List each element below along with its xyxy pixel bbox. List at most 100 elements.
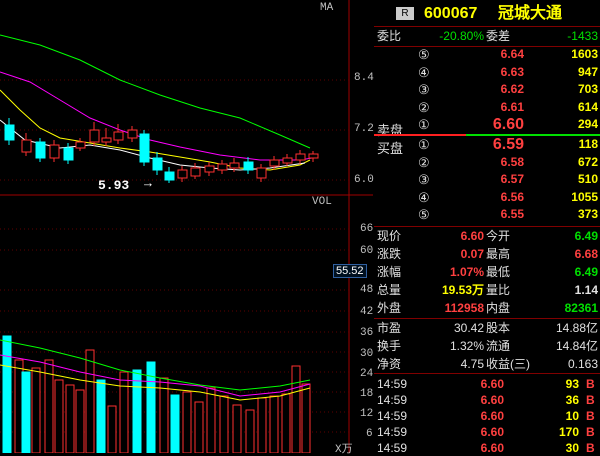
fund-value: 30.42: [453, 321, 484, 335]
candle-body: [164, 171, 175, 181]
tick-row[interactable]: 14:59 6.60 10 B: [374, 408, 600, 424]
fund-value: 14.88亿: [555, 321, 598, 335]
tick-volume: 30: [565, 441, 579, 455]
stat-value: 19.53万: [441, 283, 484, 297]
vol-axis-label: 60: [360, 245, 374, 257]
low-price-annotation: 5.93: [98, 178, 130, 193]
order-price: 6.64: [500, 47, 524, 61]
stat-label: 总量: [377, 283, 402, 297]
volume-bar: [182, 391, 192, 453]
order-volume: 1055: [571, 189, 598, 204]
candle-body: [308, 153, 319, 159]
tick-volume: 10: [565, 409, 579, 423]
fund-value: 1.32%: [449, 339, 484, 353]
level-number: ⑤: [418, 47, 430, 62]
volume-bar: [2, 335, 12, 453]
candle-body: [75, 141, 86, 149]
tick-price: 6.60: [480, 377, 504, 391]
stat-label: 内盘: [486, 301, 511, 315]
order-price: 6.62: [500, 82, 524, 97]
stats-row: 外盘 112958 内盘 82361: [374, 300, 600, 317]
tick-side: B: [586, 441, 595, 455]
order-price: 6.57: [500, 172, 524, 187]
volume-bar: [31, 367, 41, 453]
fund-label: 流通: [486, 339, 511, 353]
r-badge: R: [396, 7, 414, 20]
order-row: ③ 6.62 703: [374, 81, 600, 98]
candle-body: [49, 144, 60, 159]
stock-name: 冠城大通: [498, 5, 563, 22]
vol-axis-label: 18: [360, 388, 374, 400]
stat-value: 6.49: [574, 265, 598, 279]
chart-canvas[interactable]: [0, 0, 373, 453]
order-row: ③ 6.57 510: [374, 171, 600, 188]
stats-row: 总量 19.53万 量比 1.14: [374, 282, 600, 299]
candle-body: [113, 131, 124, 141]
candle-body: [127, 129, 138, 139]
stat-label: 现价: [377, 229, 402, 243]
volume-bar: [281, 393, 291, 453]
volume-bar: [206, 387, 216, 453]
tick-side: B: [586, 425, 595, 439]
candle-body: [217, 163, 228, 171]
volume-bar: [194, 401, 204, 453]
level-number: ①: [418, 117, 430, 133]
tick-row[interactable]: 14:59 6.60 170 B: [374, 424, 600, 440]
vol-axis-label: 6: [366, 428, 373, 440]
tick-price: 6.60: [480, 409, 504, 423]
kline-chart-panel[interactable]: MA VOL 8.4 7.2 6.0 66 60 48 42 36 30 24 …: [0, 0, 374, 456]
fund-label: 换手: [377, 339, 402, 353]
order-volume: 1603: [571, 47, 598, 61]
tick-row[interactable]: 14:59 6.60 30 B: [374, 440, 600, 456]
order-volume: 373: [577, 207, 598, 222]
level-number: ②: [418, 154, 430, 170]
stat-label: 量比: [486, 283, 511, 297]
tick-time: 14:59: [377, 377, 408, 391]
candle-body: [101, 137, 112, 143]
tick-row[interactable]: 14:59 6.60 93 B: [374, 376, 600, 392]
level-number: ④: [418, 64, 430, 80]
vol-axis-label: 12: [360, 408, 374, 420]
cursor-value-tag: 55.52: [333, 264, 367, 278]
price-axis-label: 6.0: [354, 174, 374, 186]
divider: [374, 226, 600, 227]
tick-side: B: [586, 409, 595, 423]
weicha-label: 委差: [486, 29, 511, 43]
vol-axis-label: 30: [360, 348, 374, 360]
vol-axis-label: 36: [360, 327, 374, 339]
candle-body: [89, 129, 100, 143]
price-axis-label: 8.4: [354, 72, 374, 84]
weicha-value: -1433: [567, 29, 598, 43]
order-volume: 294: [577, 117, 598, 132]
level-number: ⑤: [418, 207, 430, 223]
order-price: 6.58: [500, 154, 524, 169]
order-price: 6.63: [500, 64, 524, 79]
tick-volume: 36: [565, 393, 579, 407]
candle-body: [190, 167, 201, 177]
weibi-value: -20.80%: [439, 29, 484, 43]
volume-bar: [54, 379, 64, 453]
order-price: 6.59: [492, 136, 524, 153]
stats-row: 涨跌 0.07 最高 6.68: [374, 246, 600, 263]
stat-label: 涨幅: [377, 265, 402, 279]
order-volume: 947: [577, 64, 598, 79]
tick-price: 6.60: [480, 393, 504, 407]
level-number: ①: [418, 137, 430, 152]
level-number: ②: [418, 99, 430, 115]
vol-axis-label: 66: [360, 223, 374, 235]
candle-body: [269, 159, 280, 167]
candle-body: [256, 167, 267, 179]
stats-row: 涨幅 1.07% 最低 6.49: [374, 264, 600, 281]
stock-header: R 600067 冠城大通: [374, 4, 600, 24]
candle-body: [177, 169, 188, 179]
order-volume: 510: [577, 172, 598, 187]
order-row: ⑤ 6.55 373: [374, 206, 600, 223]
fund-label: 股本: [486, 321, 511, 335]
fund-row: 换手 1.32% 流通 14.84亿: [374, 338, 600, 355]
volume-bar: [21, 371, 31, 453]
divider: [374, 318, 600, 319]
fund-value: 0.163: [567, 357, 598, 371]
stat-value: 6.60: [460, 229, 484, 243]
fund-row: 市盈 30.42 股本 14.88亿: [374, 320, 600, 337]
tick-row[interactable]: 14:59 6.60 36 B: [374, 392, 600, 408]
